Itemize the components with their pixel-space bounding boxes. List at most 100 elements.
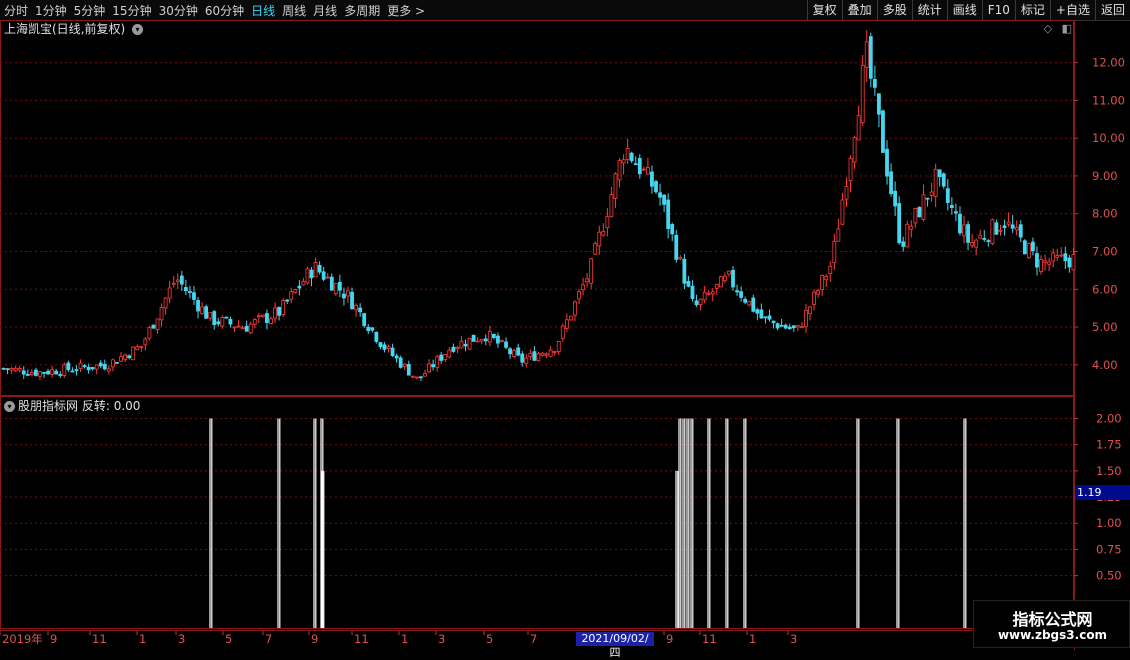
cursor-value-label: 1.19: [1075, 485, 1130, 500]
candle-body: [427, 363, 431, 373]
candle-body: [678, 257, 683, 260]
candle-body: [621, 159, 626, 164]
candle-body: [439, 354, 444, 361]
candle-body: [102, 363, 107, 370]
candle-body: [252, 319, 257, 325]
candle-body: [382, 344, 387, 350]
date-tick-label: 3: [438, 632, 445, 646]
candle-body: [204, 306, 209, 319]
candle-body: [885, 148, 889, 177]
date-tick-label: 11: [354, 632, 369, 646]
candle-body: [844, 186, 849, 200]
panel-toggle-icon[interactable]: ◧: [1062, 22, 1072, 35]
diamond-icon[interactable]: ◇: [1044, 22, 1052, 35]
candle-body: [192, 292, 196, 300]
date-tick-label: 11: [92, 632, 107, 646]
candle-body: [597, 231, 602, 247]
candle-body: [832, 240, 837, 264]
date-tick-label: 1: [139, 632, 146, 646]
candle-body: [342, 293, 346, 299]
candle-body: [58, 374, 63, 376]
candle-body: [836, 228, 841, 242]
candle-body: [301, 281, 306, 286]
candle-body: [1071, 254, 1076, 271]
candle-body: [131, 346, 136, 361]
candle-body: [435, 356, 440, 368]
candle-body: [524, 357, 529, 364]
candle-body: [394, 355, 399, 359]
chevron-down-icon[interactable]: ▾: [132, 24, 144, 35]
candle-body: [38, 371, 42, 377]
candle-body: [1043, 260, 1047, 263]
candle-body: [650, 171, 654, 187]
candle-body: [423, 372, 427, 377]
candle-body: [78, 362, 83, 370]
date-tick-label: 7: [530, 632, 537, 646]
candle-body: [443, 354, 448, 361]
candle-body: [945, 188, 950, 203]
candle-body: [265, 313, 269, 323]
candle-body: [1010, 224, 1015, 229]
candle-body: [767, 315, 772, 320]
candle-body: [609, 194, 614, 217]
candle-body: [106, 368, 111, 372]
candle-body: [402, 363, 407, 367]
candle-body: [1047, 261, 1052, 265]
candle-body: [333, 283, 338, 294]
candle-body: [358, 307, 363, 313]
candle-body: [447, 349, 452, 358]
candle-body: [42, 372, 46, 374]
indicator-tick-label: 1.00: [1096, 516, 1122, 530]
chevron-down-icon[interactable]: ▾: [4, 401, 15, 412]
stock-title: 上海凯宝(日线,前复权): [4, 22, 126, 36]
candle-body: [82, 365, 87, 368]
candle-body: [329, 276, 334, 291]
candle-body: [285, 299, 290, 302]
candle-body: [455, 346, 460, 350]
candle-body: [747, 300, 752, 306]
candle-body: [475, 340, 480, 343]
indicator-tick-label: 1.50: [1096, 464, 1122, 478]
candle-body: [256, 315, 261, 318]
candle-body: [949, 204, 954, 209]
candle-body: [1006, 221, 1011, 225]
candle-body: [346, 290, 350, 297]
candle-body: [877, 93, 881, 115]
candle-body: [9, 368, 14, 371]
candle-body: [723, 275, 727, 282]
candle-body: [905, 223, 910, 248]
candle-body: [54, 370, 59, 375]
candle-body: [901, 241, 906, 247]
candle-body: [929, 191, 934, 196]
candle-body: [585, 278, 590, 283]
candle-body: [155, 318, 160, 330]
candle-body: [143, 338, 148, 346]
price-tick-label: 11.00: [1092, 93, 1125, 107]
date-tick-label: 9: [50, 632, 57, 646]
candle-body: [706, 292, 711, 295]
date-tick-label: 5: [486, 632, 493, 646]
price-tick-label: 8.00: [1092, 207, 1118, 221]
candle-body: [637, 158, 642, 175]
candle-body: [325, 276, 330, 279]
candle-body: [362, 313, 367, 327]
candle-body: [62, 364, 67, 376]
candle-body: [658, 192, 662, 198]
candle-body: [808, 306, 812, 315]
indicator-tick-label: 0.50: [1096, 569, 1122, 583]
chart-canvas[interactable]: 12.0011.0010.009.008.007.006.005.004.002…: [0, 0, 1130, 650]
candle-body: [641, 168, 646, 171]
candle-body: [374, 331, 379, 342]
candle-body: [783, 324, 788, 329]
candle-body: [34, 369, 38, 376]
candle-body: [763, 316, 768, 319]
candle-body: [13, 367, 18, 372]
candle-body: [1067, 257, 1072, 268]
candle-body: [520, 353, 525, 363]
sub-panel-title: ▾ 股朋指标网 反转: 0.00: [4, 398, 140, 414]
candle-body: [483, 338, 488, 342]
indicator-tick-label: 0.75: [1096, 542, 1122, 556]
candle-body: [954, 211, 958, 214]
candle-body: [990, 219, 995, 244]
candle-body: [260, 314, 265, 317]
